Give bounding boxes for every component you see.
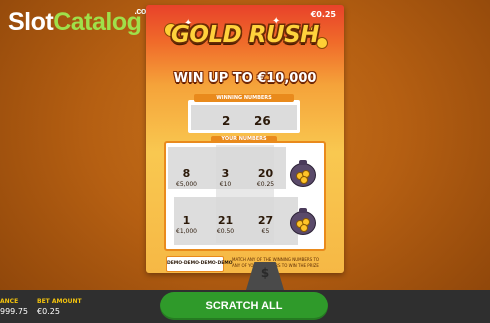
ticket-price: €0.25 — [310, 10, 336, 19]
your-numbers-label: YOUR NUMBERS — [211, 136, 277, 143]
number-cell: 8 €5,000 — [170, 159, 203, 203]
scratch-card[interactable]: €0.25 ✦ ✦ GOLD RUSH WIN UP TO €10,000 WI… — [146, 5, 344, 273]
cell-prize: €10 — [219, 181, 232, 188]
your-number: 3 — [221, 167, 230, 180]
number-cell: 27 €5 — [249, 206, 282, 249]
balance-label: ANCE — [0, 298, 19, 305]
your-number: 27 — [257, 214, 274, 227]
winning-number: 26 — [254, 114, 271, 128]
cell-prize: €5,000 — [176, 181, 197, 188]
cell-prize: €5 — [261, 228, 270, 235]
cell-prize: €1,000 — [176, 228, 197, 235]
number-cell: 1 €1,000 — [170, 206, 203, 249]
headline: WIN UP TO €10,000 — [173, 71, 317, 86]
cell-prize: €0.25 — [256, 181, 275, 188]
winning-numbers-area[interactable]: 2 26 — [188, 100, 300, 133]
bet-amount-label: BET AMOUNT — [37, 298, 82, 305]
slotcatalog-watermark: SlotCatalog .com — [8, 6, 154, 37]
balance-value: 999.75 — [0, 307, 28, 316]
scratch-all-button[interactable]: SCRATCH ALL — [160, 292, 328, 320]
your-number: 20 — [257, 167, 274, 180]
winning-numbers-label: WINNING NUMBERS — [194, 94, 294, 102]
your-number: 21 — [217, 214, 234, 227]
watermark-slot: Slot — [8, 8, 54, 36]
your-number: 8 — [182, 167, 191, 180]
rules-text: MATCH ANY OF THE WINNING NUMBERS TO ANY … — [232, 257, 320, 268]
your-number: 1 — [182, 214, 191, 227]
gold-bag-icon — [290, 208, 316, 235]
winning-number: 2 — [222, 114, 231, 128]
number-cell: 3 €10 — [209, 159, 242, 203]
game-title: GOLD RUSH — [171, 22, 319, 48]
demo-label: DEMO·DEMO·DEMO·DEMO — [166, 256, 233, 272]
watermark-catalog: Catalog — [53, 8, 142, 36]
gold-bag-icon — [290, 160, 316, 187]
cell-prize: €0.50 — [216, 228, 235, 235]
scratch-coating[interactable] — [191, 105, 297, 130]
bet-amount-value[interactable]: €0.25 — [37, 307, 60, 316]
number-cell: 21 €0.50 — [209, 206, 242, 249]
your-numbers-area[interactable]: 8 €5,000 3 €10 20 €0.25 1 €1,000 21 €0.5… — [164, 141, 326, 251]
number-cell: 20 €0.25 — [249, 159, 282, 203]
game-logo: ✦ ✦ GOLD RUSH — [160, 17, 330, 59]
